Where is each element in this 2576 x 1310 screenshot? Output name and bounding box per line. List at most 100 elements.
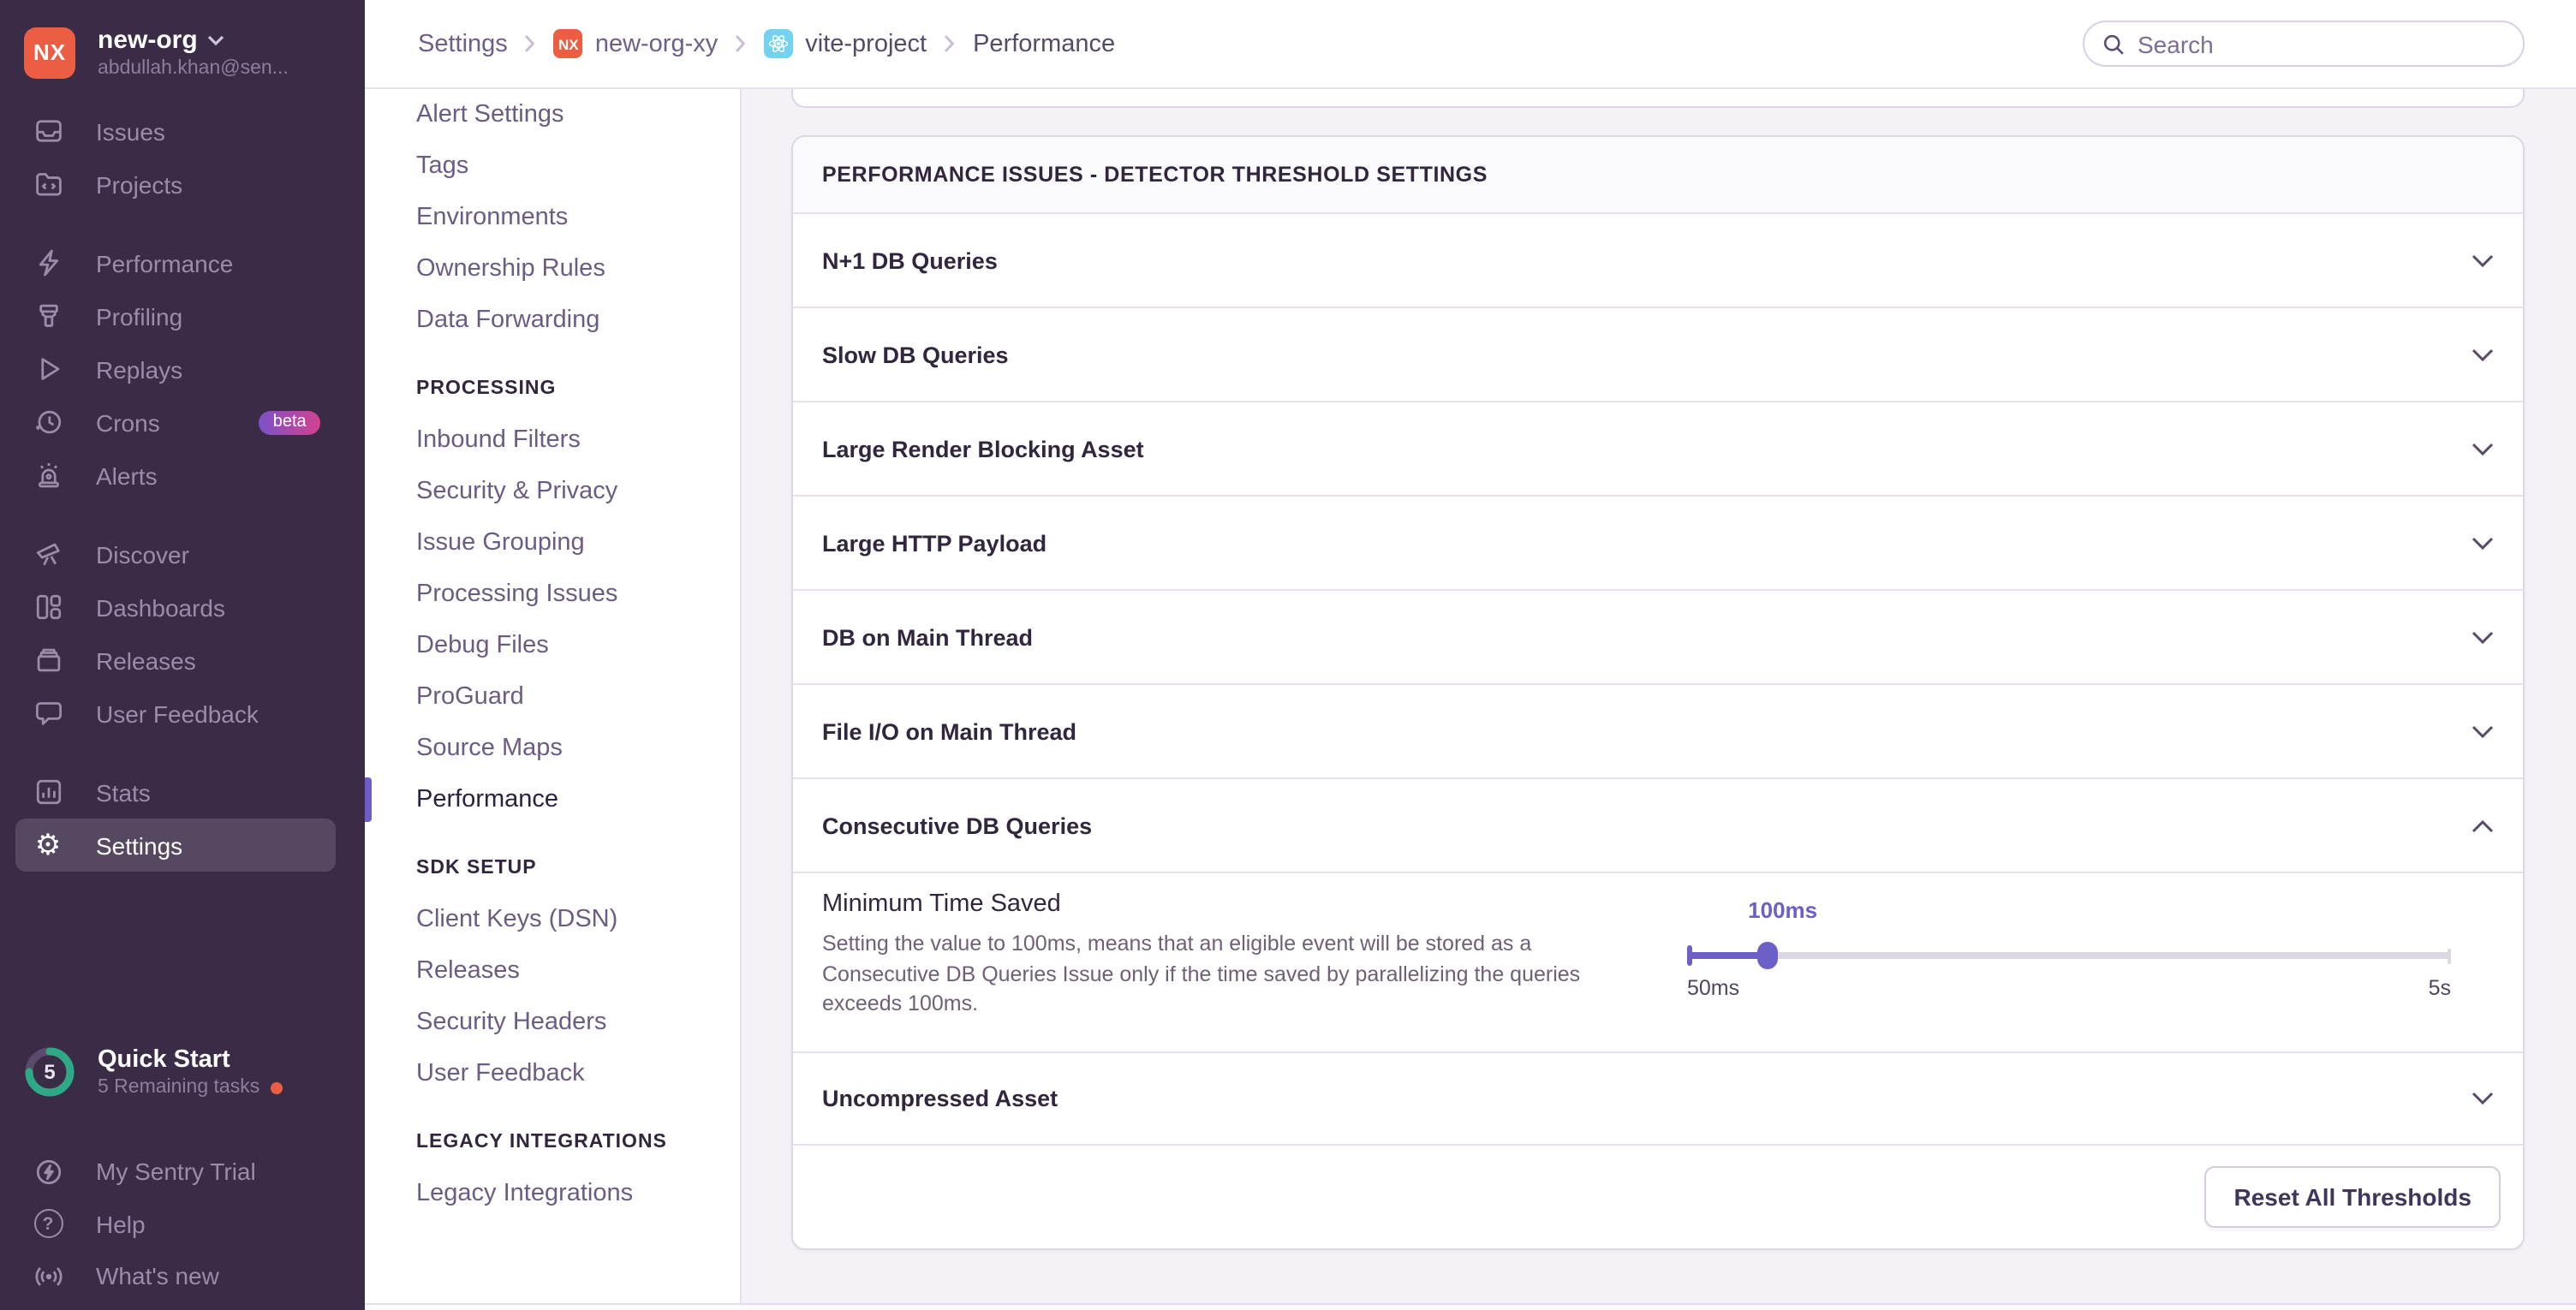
settings-nav-data-forwarding[interactable]: Data Forwarding	[365, 295, 740, 346]
breadcrumb-org-label: new-org-xy	[595, 30, 718, 57]
settings-nav-section-legacy: LEGACY INTEGRATIONS	[365, 1116, 740, 1168]
slider-max-label: 5s	[2429, 976, 2451, 1000]
sidebar-item-profiling[interactable]: Profiling	[15, 289, 336, 342]
settings-nav-performance[interactable]: Performance	[365, 774, 740, 825]
broadcast-icon	[33, 1261, 63, 1292]
sidebar-item-label: User Feedback	[96, 700, 259, 727]
sidebar-item-label: What's new	[96, 1263, 219, 1290]
panel-footer: Reset All Thresholds	[793, 1146, 2523, 1248]
settings-nav-user-feedback[interactable]: User Feedback	[365, 1048, 740, 1099]
quick-start-title: Quick Start	[98, 1046, 282, 1074]
reset-all-thresholds-button[interactable]: Reset All Thresholds	[2205, 1166, 2501, 1228]
breadcrumb-org[interactable]: NX new-org-xy	[554, 29, 718, 58]
breadcrumb-settings[interactable]: Settings	[418, 30, 508, 57]
settings-nav-section-processing: PROCESSING	[365, 363, 740, 414]
slider-end-tick	[2448, 948, 2451, 963]
sidebar-item-user-feedback[interactable]: User Feedback	[15, 687, 336, 740]
gear-icon: ⚙	[33, 830, 63, 860]
sidebar-item-whats-new[interactable]: What's new	[15, 1250, 336, 1302]
beta-badge: beta	[259, 410, 320, 434]
settings-nav-source-maps[interactable]: Source Maps	[365, 723, 740, 774]
org-switcher[interactable]: NX new-org abdullah.khan@sen...	[0, 0, 365, 79]
slider-min-label: 50ms	[1687, 976, 1739, 1000]
sidebar-item-label: Projects	[96, 170, 182, 198]
settings-nav-client-keys[interactable]: Client Keys (DSN)	[365, 894, 740, 945]
search-input[interactable]	[2138, 30, 2506, 57]
quick-start-subtitle: 5 Remaining tasks	[98, 1077, 259, 1098]
settings-nav-inbound-filters[interactable]: Inbound Filters	[365, 414, 740, 466]
settings-nav-alert-settings[interactable]: Alert Settings	[365, 89, 740, 140]
quick-start-count: 5	[24, 1046, 75, 1098]
chevron-down-icon	[2472, 535, 2494, 551]
chevron-up-icon	[2472, 818, 2494, 833]
chevron-right-icon	[735, 34, 747, 53]
sidebar-item-label: Crons	[96, 408, 160, 436]
settings-nav-tags[interactable]: Tags	[365, 140, 740, 192]
sidebar-item-label: Help	[96, 1211, 146, 1238]
sidebar-item-replays[interactable]: Replays	[15, 342, 336, 396]
sidebar-item-projects[interactable]: Projects	[15, 158, 336, 211]
slider-fill	[1687, 952, 1768, 959]
top-bar: Settings NX new-org-xy vite-project Perf…	[365, 0, 2576, 89]
sidebar-item-label: My Sentry Trial	[96, 1158, 256, 1186]
previous-panel-bottom	[791, 89, 2525, 108]
breadcrumb-page[interactable]: Performance	[973, 30, 1115, 57]
settings-nav-environments[interactable]: Environments	[365, 192, 740, 243]
settings-nav-processing-issues[interactable]: Processing Issues	[365, 569, 740, 620]
sidebar-item-alerts[interactable]: Alerts	[15, 449, 336, 502]
detector-row-slow-db-queries[interactable]: Slow DB Queries	[793, 308, 2523, 402]
sidebar-item-issues[interactable]: Issues	[15, 104, 336, 158]
settings-nav-security-privacy[interactable]: Security & Privacy	[365, 466, 740, 517]
threshold-field-help: Setting the value to 100ms, means that a…	[822, 930, 1631, 1020]
sidebar-item-label: Releases	[96, 646, 196, 674]
chevron-down-icon	[2472, 441, 2494, 456]
sidebar-item-performance[interactable]: Performance	[15, 236, 336, 289]
siren-icon	[33, 460, 63, 491]
slider-track[interactable]	[1687, 944, 2451, 968]
progress-ring: 5	[24, 1046, 75, 1098]
sidebar-item-discover[interactable]: Discover	[15, 527, 336, 581]
settings-nav-proguard[interactable]: ProGuard	[365, 671, 740, 723]
detector-threshold-panel: PERFORMANCE ISSUES - DETECTOR THRESHOLD …	[791, 135, 2525, 1250]
slider-value-label: 100ms	[1748, 897, 1817, 923]
quick-start-widget[interactable]: 5 Quick Start 5 Remaining tasks	[0, 1046, 365, 1098]
play-icon	[33, 354, 63, 384]
search-box[interactable]	[2083, 21, 2525, 67]
detector-row-file-io-on-main-thread[interactable]: File I/O on Main Thread	[793, 685, 2523, 779]
sidebar-item-label: Dashboards	[96, 593, 225, 621]
sidebar-item-dashboards[interactable]: Dashboards	[15, 581, 336, 634]
settings-nav-security-headers[interactable]: Security Headers	[365, 997, 740, 1048]
folder-code-icon	[33, 169, 63, 199]
detector-row-large-render-blocking-asset[interactable]: Large Render Blocking Asset	[793, 402, 2523, 497]
org-name: new-org	[98, 26, 198, 55]
sidebar-item-stats[interactable]: Stats	[15, 765, 336, 819]
sidebar-item-settings[interactable]: ⚙ Settings	[15, 819, 336, 872]
main-sidebar: NX new-org abdullah.khan@sen... Issues	[0, 0, 365, 1310]
sidebar-item-releases[interactable]: Releases	[15, 634, 336, 687]
settings-nav-releases[interactable]: Releases	[365, 945, 740, 997]
feedback-bubble-icon	[33, 698, 63, 729]
sidebar-item-label: Performance	[96, 249, 233, 277]
inbox-icon	[33, 116, 63, 146]
slider-handle[interactable]	[1757, 942, 1778, 969]
sidebar-item-help[interactable]: ? Help	[15, 1198, 336, 1250]
detector-row-large-http-payload[interactable]: Large HTTP Payload	[793, 497, 2523, 591]
slider-start-tick	[1687, 945, 1692, 966]
sidebar-item-crons[interactable]: Crons beta	[15, 396, 336, 449]
chevron-right-icon	[944, 34, 956, 53]
detector-row-db-on-main-thread[interactable]: DB on Main Thread	[793, 591, 2523, 685]
settings-nav-issue-grouping[interactable]: Issue Grouping	[365, 517, 740, 569]
detector-row-uncompressed-asset[interactable]: Uncompressed Asset	[793, 1053, 2523, 1146]
settings-nav-legacy-integrations[interactable]: Legacy Integrations	[365, 1168, 740, 1219]
detector-row-consecutive-db-queries[interactable]: Consecutive DB Queries	[793, 779, 2523, 873]
org-email: abdullah.khan@sen...	[98, 58, 341, 79]
settings-nav-debug-files[interactable]: Debug Files	[365, 620, 740, 671]
react-icon	[764, 29, 793, 58]
breadcrumb-project-label: vite-project	[805, 30, 927, 57]
sidebar-item-my-sentry-trial[interactable]: My Sentry Trial	[15, 1146, 336, 1198]
detector-row-n1-db-queries[interactable]: N+1 DB Queries	[793, 214, 2523, 308]
breadcrumb-project[interactable]: vite-project	[764, 29, 927, 58]
help-icon: ?	[33, 1209, 63, 1240]
settings-nav-ownership-rules[interactable]: Ownership Rules	[365, 243, 740, 295]
sidebar-nav: Issues Projects Performance	[0, 104, 365, 872]
